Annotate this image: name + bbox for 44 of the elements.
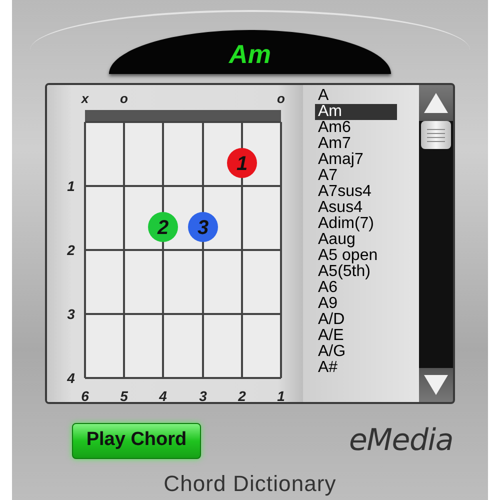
scroll-up-button[interactable] <box>419 85 453 121</box>
chord-list-item[interactable]: Asus4 <box>315 200 397 216</box>
up-arrow-icon <box>423 92 449 114</box>
chord-list-item[interactable]: Am7 <box>315 136 397 152</box>
string-mark: o <box>277 91 285 106</box>
string-mark: o <box>120 91 128 106</box>
chord-list-item[interactable]: A5 open <box>315 248 397 264</box>
fret-number: 3 <box>67 306 75 322</box>
chord-list-item[interactable]: A/E <box>315 328 397 344</box>
chord-list-item[interactable]: Am <box>315 104 397 120</box>
scroll-down-button[interactable] <box>419 368 453 402</box>
finger-dot: 1 <box>227 148 257 178</box>
emedia-logo: eMedia <box>348 422 453 460</box>
chord-list-item[interactable]: A5(5th) <box>315 264 397 280</box>
scroll-thumb[interactable] <box>421 121 451 149</box>
finger-dot: 3 <box>188 212 218 242</box>
string-number: 6 <box>81 388 89 402</box>
string-number: 5 <box>120 388 128 402</box>
chord-list-item[interactable]: A6 <box>315 280 397 296</box>
down-arrow-icon <box>423 374 449 396</box>
string-number: 4 <box>159 388 167 402</box>
string-number: 2 <box>238 388 246 402</box>
play-chord-button[interactable]: Play Chord <box>72 422 201 458</box>
chord-list-item[interactable]: A <box>315 88 397 104</box>
scrollbar[interactable] <box>419 85 453 402</box>
chord-name-display: Am <box>109 30 391 74</box>
chord-list-item[interactable]: A/D <box>315 312 397 328</box>
chord-list-item[interactable]: A/G <box>315 344 397 360</box>
chord-list-item[interactable]: A7sus4 <box>315 184 397 200</box>
string-number: 1 <box>277 388 285 402</box>
chord-list-item[interactable]: A# <box>315 360 397 376</box>
string-mark: x <box>81 91 89 106</box>
chord-list-item[interactable]: A9 <box>315 296 397 312</box>
chord-list-item[interactable]: Amaj7 <box>315 152 397 168</box>
fret-number: 4 <box>67 370 75 386</box>
string-number: 3 <box>199 388 207 402</box>
finger-dot: 2 <box>148 212 178 242</box>
chord-list-item[interactable]: A7 <box>315 168 397 184</box>
app-title: Chord Dictionary <box>164 470 336 498</box>
fret-number: 2 <box>67 242 75 258</box>
fret-number: 1 <box>67 178 75 194</box>
chord-list-item[interactable]: Aaug <box>315 232 397 248</box>
chord-list-item[interactable]: Adim(7) <box>315 216 397 232</box>
chord-list-item[interactable]: Am6 <box>315 120 397 136</box>
